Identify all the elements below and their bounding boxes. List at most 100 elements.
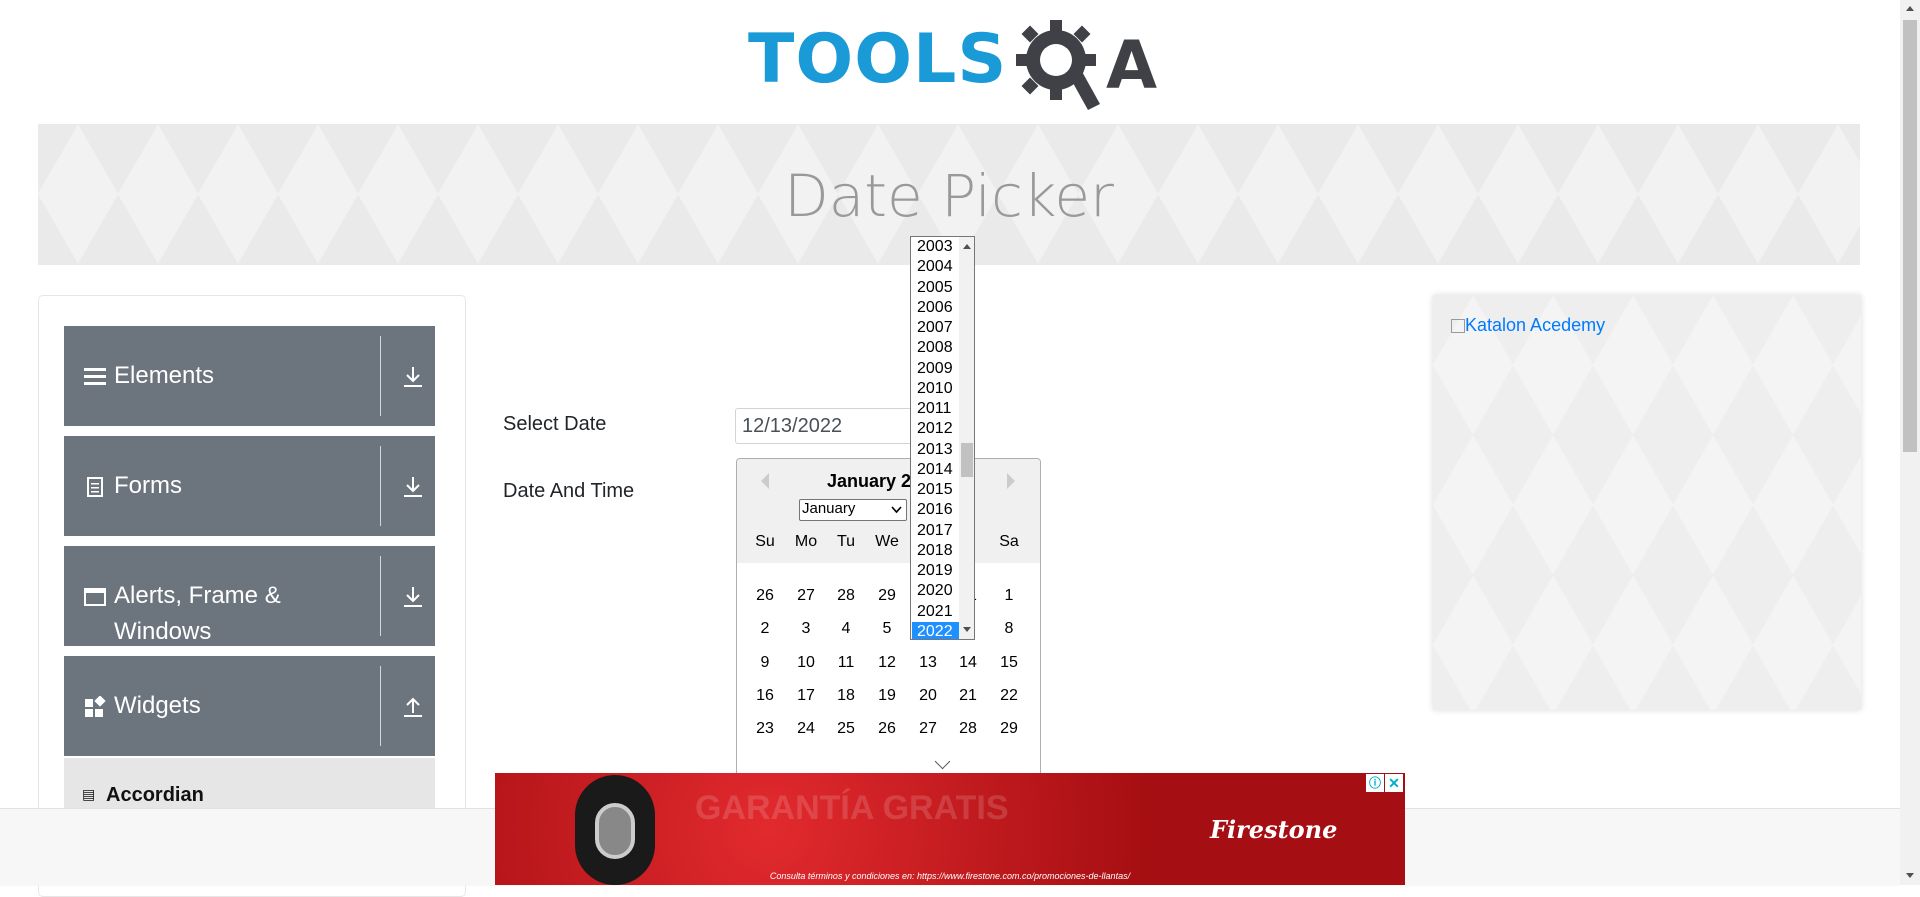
chevron-down-icon xyxy=(891,506,902,514)
year-option[interactable]: 2021 xyxy=(915,602,963,622)
calendar-day[interactable]: 22 xyxy=(989,687,1029,705)
calendar-day[interactable]: 9 xyxy=(745,654,785,672)
year-option[interactable]: 2004 xyxy=(915,257,963,277)
html5-icon: ▤ xyxy=(82,786,96,802)
year-option[interactable]: 2018 xyxy=(915,541,963,561)
right-ad-panel: Katalon Acedemy xyxy=(1433,295,1861,710)
year-option[interactable]: 2014 xyxy=(915,460,963,480)
calendar-day[interactable]: 20 xyxy=(908,687,948,705)
previous-month-button[interactable] xyxy=(761,473,769,489)
next-month-button[interactable] xyxy=(1007,473,1015,489)
nav-group-widgets[interactable]: Widgets xyxy=(64,656,435,756)
window-icon xyxy=(84,588,106,606)
scroll-up-arrow-icon[interactable] xyxy=(1906,6,1914,11)
calendar-day[interactable]: 3 xyxy=(786,620,826,638)
nav-group-alerts[interactable]: Alerts, Frame & Windows xyxy=(64,546,435,646)
document-icon xyxy=(87,477,103,497)
weekday-header: Mo xyxy=(794,533,818,550)
calendar-day[interactable]: 1 xyxy=(989,587,1029,605)
year-option[interactable]: 2011 xyxy=(915,399,963,419)
calendar-day[interactable]: 29 xyxy=(867,587,907,605)
calendar-day[interactable]: 18 xyxy=(826,687,866,705)
year-option[interactable]: 2009 xyxy=(915,359,963,379)
date-picker-calendar: January 2 January Su Mo Tu We Sa 26 27 28 2… xyxy=(736,458,1041,780)
calendar-day[interactable]: 27 xyxy=(786,587,826,605)
year-option[interactable]: 2017 xyxy=(915,521,963,541)
download-arrow-icon[interactable] xyxy=(400,364,426,390)
year-list-scrollbar[interactable] xyxy=(959,237,974,639)
calendar-day[interactable]: 21 xyxy=(948,687,988,705)
upload-arrow-icon[interactable] xyxy=(400,694,426,720)
calendar-day[interactable]: 28 xyxy=(826,587,866,605)
katalon-academy-image-link[interactable]: Katalon Acedemy xyxy=(1451,315,1605,336)
year-option[interactable]: 2019 xyxy=(915,561,963,581)
scroll-down-arrow-icon[interactable] xyxy=(1906,873,1914,878)
calendar-day[interactable]: 13 xyxy=(908,654,948,672)
nav-group-forms[interactable]: Forms xyxy=(64,436,435,536)
select-date-label: Select Date xyxy=(503,413,607,435)
nav-group-elements[interactable]: Elements xyxy=(64,326,435,426)
ad-info-icon[interactable]: ⓘ xyxy=(1366,774,1384,792)
year-option[interactable]: 2013 xyxy=(915,440,963,460)
year-option[interactable]: 2008 xyxy=(915,338,963,358)
page-scroll-thumb[interactable] xyxy=(1903,20,1917,452)
calendar-day[interactable]: 10 xyxy=(786,654,826,672)
widgets-icon xyxy=(85,696,106,717)
month-select[interactable]: January xyxy=(799,499,907,521)
tire-rim xyxy=(595,803,635,859)
ad-brand-logo: Firestone xyxy=(1210,815,1338,844)
calendar-day[interactable]: 27 xyxy=(908,720,948,738)
year-option[interactable]: 2010 xyxy=(915,379,963,399)
year-option[interactable]: 2015 xyxy=(915,480,963,500)
year-option[interactable]: 2022 xyxy=(912,621,962,639)
year-dropdown-list[interactable]: 2022 2021 2020 2019 2018 2017 2016 2015 2014 2013… xyxy=(910,236,975,640)
download-arrow-icon[interactable] xyxy=(400,584,426,610)
calendar-day[interactable]: 17 xyxy=(786,687,826,705)
nav-item-label: Accordian xyxy=(106,784,204,806)
logo-a-letter: A xyxy=(1106,27,1157,104)
scroll-up-arrow-icon[interactable] xyxy=(963,244,971,249)
year-option[interactable]: 2005 xyxy=(915,278,963,298)
year-option[interactable]: 2003 xyxy=(915,237,963,257)
ad-faded-text: GARANTÍA GRATIS xyxy=(695,789,1009,827)
calendar-day[interactable]: 15 xyxy=(989,654,1029,672)
ad-fine-print: Consulta términos y condiciones en: http… xyxy=(769,871,1131,881)
calendar-header: January 2 January Su Mo Tu We Sa xyxy=(737,459,1040,564)
nav-group-label: Elements xyxy=(114,362,215,389)
toolsqa-logo[interactable]: TOOLS A xyxy=(748,18,1157,118)
hamburger-icon xyxy=(84,368,106,385)
calendar-day[interactable]: 12 xyxy=(867,654,907,672)
calendar-day[interactable]: 23 xyxy=(745,720,785,738)
month-select-value: January xyxy=(802,500,856,517)
calendar-day[interactable]: 8 xyxy=(989,620,1029,638)
year-option[interactable]: 2020 xyxy=(915,581,963,601)
year-option[interactable]: 2012 xyxy=(915,419,963,439)
calendar-day[interactable]: 29 xyxy=(989,720,1029,738)
year-option[interactable]: 2007 xyxy=(915,318,963,338)
scroll-down-arrow-icon[interactable] xyxy=(963,627,971,632)
calendar-day[interactable]: 16 xyxy=(745,687,785,705)
calendar-day[interactable]: 26 xyxy=(867,720,907,738)
calendar-day[interactable]: 19 xyxy=(867,687,907,705)
year-option[interactable]: 2016 xyxy=(915,500,963,520)
year-option[interactable]: 2006 xyxy=(915,298,963,318)
select-date-input[interactable]: 12/13/2022 xyxy=(735,408,915,444)
divider xyxy=(380,336,381,416)
image-alt-text: Katalon Acedemy xyxy=(1465,315,1606,335)
calendar-day[interactable]: 26 xyxy=(745,587,785,605)
firestone-ad-banner[interactable]: GARANTÍA GRATIS Firestone Consulta térmi… xyxy=(495,773,1405,885)
calendar-day[interactable]: 5 xyxy=(867,620,907,638)
calendar-day[interactable]: 11 xyxy=(826,654,866,672)
calendar-day[interactable]: 4 xyxy=(826,620,866,638)
calendar-day[interactable]: 2 xyxy=(745,620,785,638)
calendar-day[interactable]: 28 xyxy=(948,720,988,738)
broken-image-icon xyxy=(1451,319,1465,334)
divider xyxy=(380,666,381,746)
calendar-day[interactable]: 25 xyxy=(826,720,866,738)
download-arrow-icon[interactable] xyxy=(400,474,426,500)
calendar-day[interactable]: 14 xyxy=(948,654,988,672)
ad-close-icon[interactable]: ✕ xyxy=(1385,774,1403,792)
calendar-day[interactable]: 24 xyxy=(786,720,826,738)
year-list-scroll-thumb[interactable] xyxy=(961,443,973,477)
divider xyxy=(380,556,381,636)
